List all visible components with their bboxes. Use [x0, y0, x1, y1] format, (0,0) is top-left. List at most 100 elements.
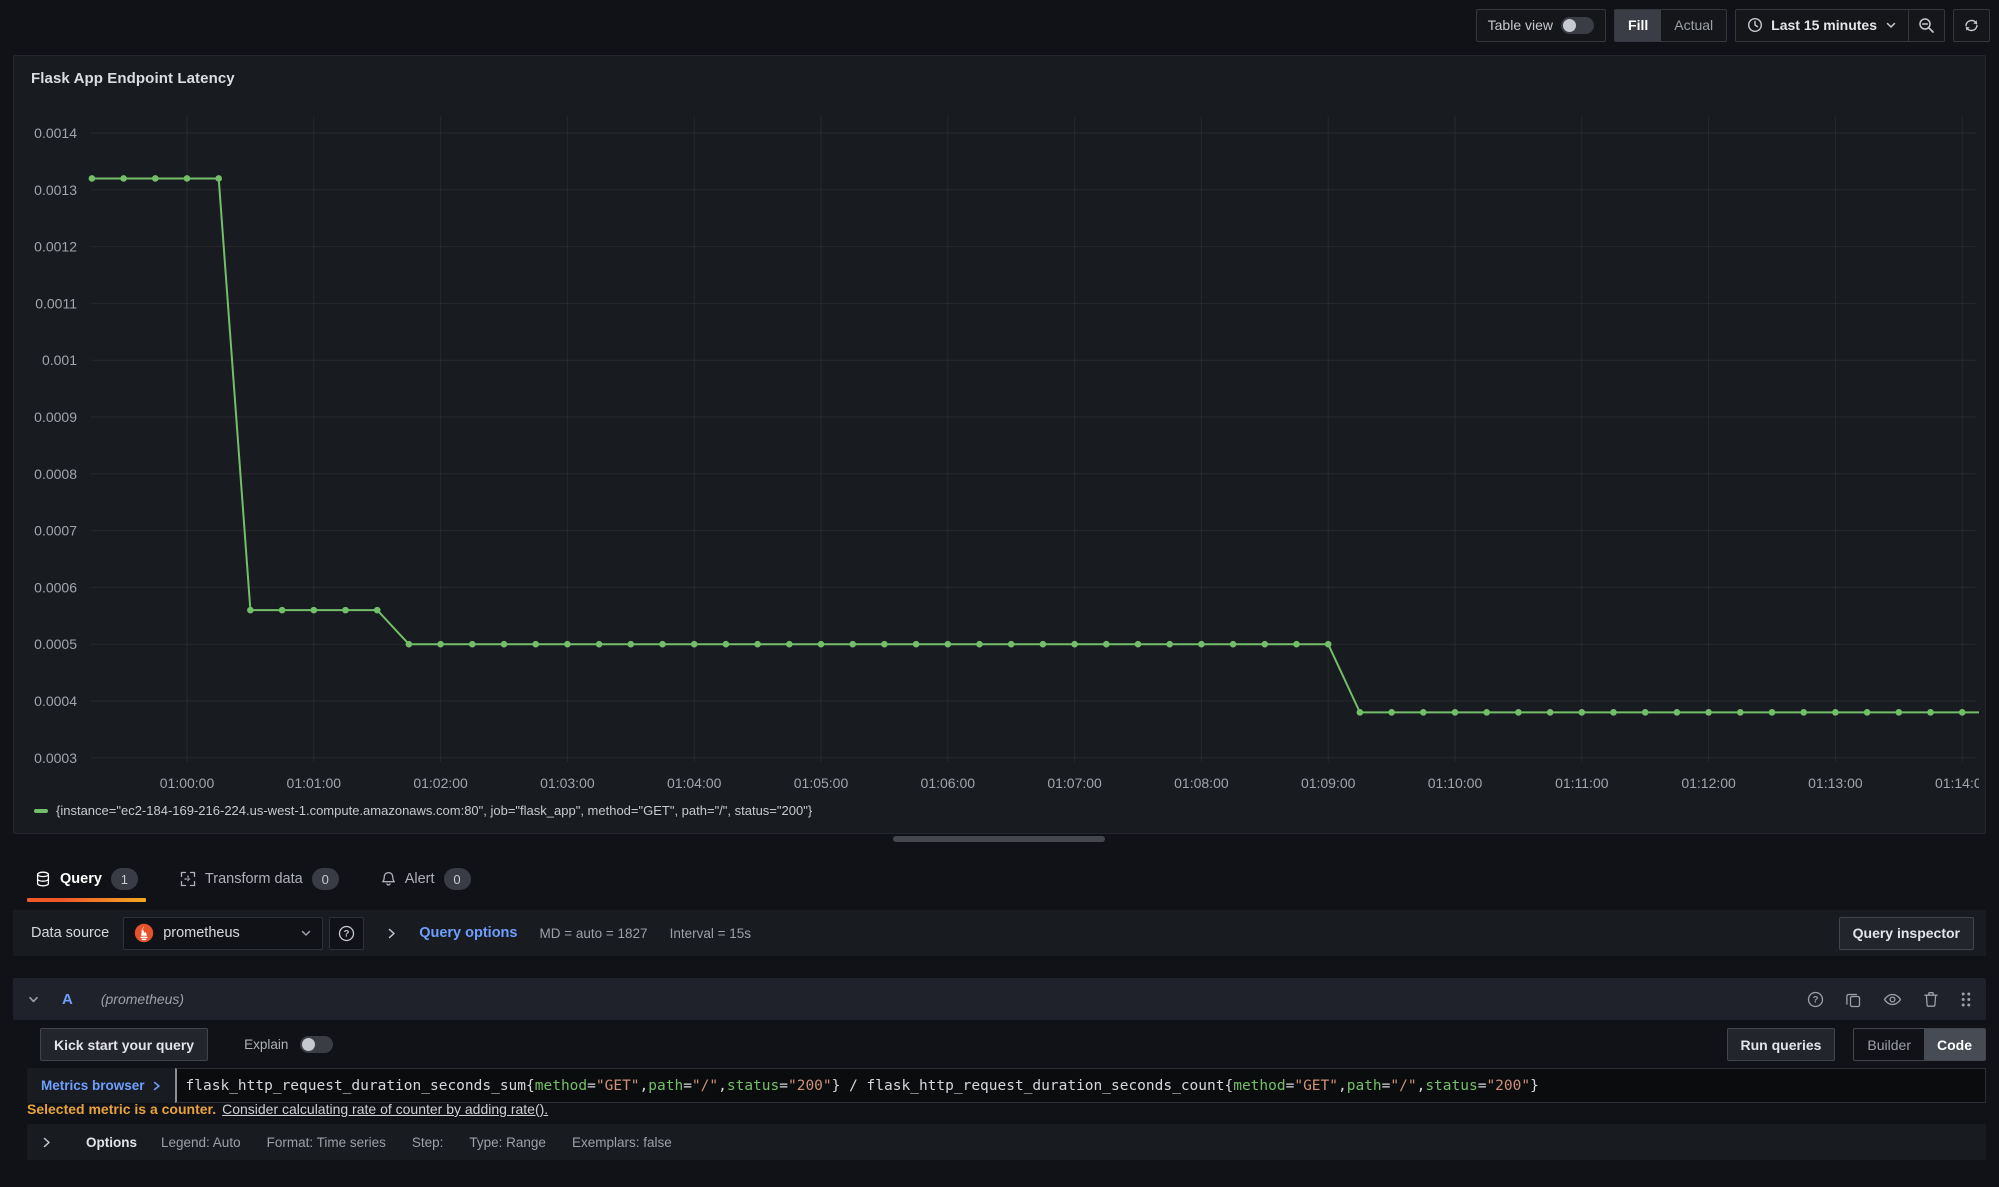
warning-text: Selected metric is a counter.	[27, 1101, 216, 1117]
tab-alert-count: 0	[444, 868, 471, 890]
svg-text:01:12:00: 01:12:00	[1681, 775, 1736, 791]
svg-text:0.0014: 0.0014	[34, 125, 77, 141]
time-range-group: Last 15 minutes	[1735, 9, 1945, 42]
duplicate-icon[interactable]	[1845, 991, 1862, 1008]
explain-label: Explain	[244, 1037, 288, 1052]
legend-row: {instance="ec2-184-169-216-224.us-west-1…	[34, 803, 812, 818]
svg-text:01:05:00: 01:05:00	[794, 775, 849, 791]
query-options-interval: Interval = 15s	[670, 926, 751, 941]
time-series-chart[interactable]: 0.00140.00130.00120.00110.0010.00090.000…	[21, 104, 1979, 802]
query-options-row[interactable]: Options Legend: Auto Format: Time series…	[27, 1124, 1986, 1160]
grafana-panel-edit-view: Table view Fill Actual Last 15 minutes	[0, 0, 1999, 1187]
trash-icon[interactable]	[1923, 991, 1939, 1008]
datasource-help-button[interactable]: ?	[329, 917, 364, 950]
svg-text:0.0011: 0.0011	[35, 295, 77, 311]
edit-tabs: Query 1 Transform data 0 Alert 0	[13, 854, 505, 904]
chevron-right-icon	[152, 1081, 161, 1091]
svg-text:01:09:00: 01:09:00	[1301, 775, 1356, 791]
tab-transform-label: Transform data	[205, 871, 303, 887]
query-options-bar: Query options MD = auto = 1827 Interval …	[386, 925, 751, 941]
tab-transform-data[interactable]: Transform data 0	[172, 854, 347, 904]
tab-query-count: 1	[111, 868, 138, 890]
actual-button[interactable]: Actual	[1661, 10, 1726, 41]
metrics-browser-button[interactable]: Metrics browser	[27, 1068, 175, 1103]
datasource-row: Data source prometheus ?	[13, 910, 1986, 956]
svg-text:0.0004: 0.0004	[34, 693, 77, 709]
tab-alert-label: Alert	[405, 871, 435, 887]
svg-text:01:14:00: 01:14:00	[1935, 775, 1979, 791]
option-legend: Legend: Auto	[161, 1135, 241, 1150]
legend-series-label[interactable]: {instance="ec2-184-169-216-224.us-west-1…	[56, 803, 812, 818]
svg-text:01:10:00: 01:10:00	[1428, 775, 1483, 791]
query-row-header[interactable]: A (prometheus) ?	[13, 978, 1986, 1020]
legend-series-marker	[34, 809, 48, 813]
option-format: Format: Time series	[267, 1135, 386, 1150]
refresh-button[interactable]	[1954, 10, 1989, 41]
query-options-md: MD = auto = 1827	[539, 926, 647, 941]
query-editor-toolbar: Kick start your query Explain Run querie…	[40, 1028, 1986, 1061]
datasource-value: prometheus	[163, 925, 291, 941]
zoom-out-button[interactable]	[1909, 10, 1944, 41]
panel-title: Flask App Endpoint Latency	[31, 70, 235, 87]
svg-text:?: ?	[1813, 994, 1819, 1005]
svg-text:0.0013: 0.0013	[34, 182, 77, 198]
query-inspector-button[interactable]: Query inspector	[1839, 917, 1974, 950]
svg-text:01:01:00: 01:01:00	[287, 775, 342, 791]
chevron-down-icon[interactable]	[27, 993, 40, 1006]
panel-resize-handle[interactable]	[893, 836, 1105, 842]
refresh-group	[1953, 9, 1990, 42]
counter-warning-row: Selected metric is a counter. Consider c…	[27, 1100, 548, 1118]
fill-button[interactable]: Fill	[1615, 10, 1661, 41]
eye-icon[interactable]	[1883, 992, 1902, 1007]
tab-query[interactable]: Query 1	[27, 854, 146, 904]
chevron-right-icon[interactable]	[41, 1137, 52, 1148]
fill-actual-group: Fill Actual	[1614, 9, 1727, 42]
tab-alert[interactable]: Alert 0	[373, 854, 479, 904]
run-queries-button[interactable]: Run queries	[1727, 1028, 1836, 1061]
svg-text:01:07:00: 01:07:00	[1047, 775, 1102, 791]
svg-text:01:02:00: 01:02:00	[413, 775, 468, 791]
kick-start-query-button[interactable]: Kick start your query	[40, 1028, 208, 1061]
svg-text:0.0005: 0.0005	[34, 636, 77, 652]
chevron-down-icon	[300, 927, 312, 939]
svg-text:01:08:00: 01:08:00	[1174, 775, 1229, 791]
options-label: Options	[86, 1135, 137, 1150]
drag-handle-icon[interactable]	[1960, 991, 1972, 1008]
chevron-right-icon[interactable]	[386, 928, 397, 939]
datasource-select[interactable]: prometheus	[123, 917, 323, 950]
option-step: Step:	[412, 1135, 444, 1150]
panel-toolbar: Table view Fill Actual Last 15 minutes	[1476, 8, 1990, 42]
toggle-knob	[302, 1038, 315, 1051]
svg-text:0.0003: 0.0003	[34, 750, 77, 766]
metrics-browser-label: Metrics browser	[41, 1078, 145, 1093]
refresh-icon	[1963, 17, 1980, 34]
promql-query-input[interactable]: flask_http_request_duration_seconds_sum{…	[175, 1068, 1986, 1103]
svg-text:01:06:00: 01:06:00	[921, 775, 976, 791]
table-view-toggle[interactable]	[1561, 17, 1594, 34]
prometheus-icon	[134, 923, 154, 943]
builder-button[interactable]: Builder	[1854, 1029, 1924, 1060]
time-range-label: Last 15 minutes	[1771, 17, 1877, 33]
toggle-knob	[1563, 19, 1576, 32]
zoom-out-icon	[1918, 17, 1935, 34]
query-datasource-hint: (prometheus)	[101, 991, 184, 1007]
code-button[interactable]: Code	[1924, 1029, 1985, 1060]
help-circle-icon[interactable]: ?	[1807, 991, 1824, 1008]
warning-rate-link[interactable]: Consider calculating rate of counter by …	[222, 1101, 548, 1117]
query-row-actions: ?	[1807, 991, 1972, 1008]
transform-icon	[180, 871, 196, 887]
panel-flask-latency: Flask App Endpoint Latency 0.0014 0.0013 0…	[13, 55, 1986, 834]
option-exemplars: Exemplars: false	[572, 1135, 672, 1150]
option-type: Type: Range	[469, 1135, 546, 1150]
query-ref-id[interactable]: A	[62, 991, 73, 1008]
svg-text:0.001: 0.001	[42, 352, 77, 368]
explain-toggle[interactable]	[300, 1036, 333, 1053]
svg-text:0.0012: 0.0012	[34, 239, 77, 255]
clock-icon	[1747, 17, 1763, 33]
explain-toggle-wrap: Explain	[244, 1036, 333, 1053]
time-range-picker[interactable]: Last 15 minutes	[1736, 10, 1908, 41]
table-view-group: Table view	[1476, 9, 1606, 42]
svg-text:01:11:00: 01:11:00	[1555, 775, 1609, 791]
svg-text:01:13:00: 01:13:00	[1808, 775, 1863, 791]
query-options-link[interactable]: Query options	[419, 925, 517, 941]
